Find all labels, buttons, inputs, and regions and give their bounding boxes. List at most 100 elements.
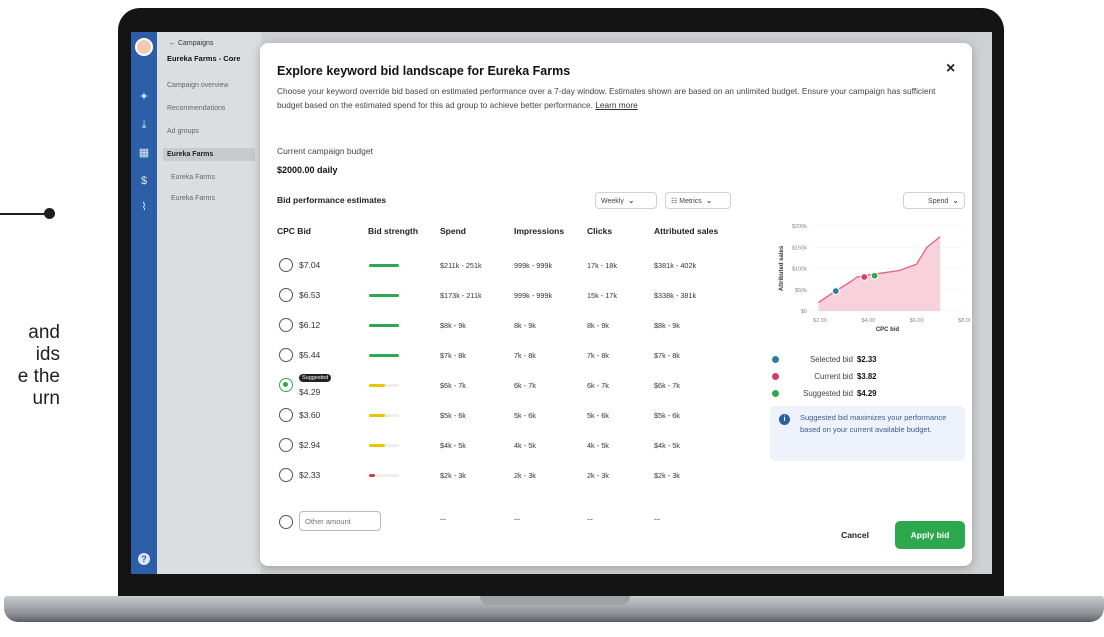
- sidebar-item-overview[interactable]: Campaign overview: [167, 82, 228, 89]
- clicks-cell: 17k - 18k: [587, 261, 618, 270]
- clicks-cell: 6k - 7k: [587, 381, 609, 390]
- suggestion-info-box: i Suggested bid maximizes your performan…: [770, 406, 965, 461]
- suggested-badge: Suggested: [299, 374, 332, 382]
- cpc-bid-value: $5.44: [299, 350, 321, 360]
- sales-cell: $8k - 9k: [654, 321, 680, 330]
- col-impressions: Impressions: [514, 226, 565, 236]
- y-tick-label: $200k: [792, 224, 807, 230]
- sidebar-item-ad-group[interactable]: Eureka Farms: [171, 174, 215, 181]
- impressions-cell: 5k - 6k: [514, 411, 536, 420]
- col-bid-strength: Bid strength: [368, 226, 419, 236]
- callout-line-1: and: [28, 322, 60, 343]
- metrics-value: Metrics: [679, 198, 702, 205]
- x-tick-label: $6.00: [910, 318, 924, 324]
- bid-radio[interactable]: [279, 378, 293, 392]
- col-attributed-sales: Attributed sales: [654, 226, 719, 236]
- download-icon[interactable]: ⤓: [137, 118, 151, 132]
- table-row: $2.94 $4k - 5k 4k - 5k 4k - 5k $4k - 5k: [277, 436, 737, 466]
- grid-icon[interactable]: ▦: [137, 146, 151, 160]
- back-to-campaigns-link[interactable]: ← Campaigns: [169, 40, 213, 47]
- bid-strength-bar: [369, 384, 385, 387]
- modal-title: Explore keyword bid landscape for Eureka…: [277, 64, 571, 78]
- bid-radio[interactable]: [279, 288, 293, 302]
- x-axis-label: CPC bid: [876, 327, 900, 333]
- table-row: $2.33 $2k - 3k 2k - 3k 2k - 3k $2k - 3k: [277, 466, 737, 496]
- info-icon: i: [779, 414, 790, 425]
- cpc-bid-value: $6.53: [299, 290, 321, 300]
- bid-radio[interactable]: [279, 408, 293, 422]
- laptop-screen: ✦ ⤓ ▦ $ ⌇ ? ← Campaigns Eureka Farms - C…: [131, 32, 992, 574]
- app-logo[interactable]: [135, 38, 153, 56]
- bid-radio[interactable]: [279, 515, 293, 529]
- cancel-button[interactable]: Cancel: [828, 522, 882, 548]
- table-row: $6.12 $8k - 9k 8k - 9k 8k - 9k $8k - 9k: [277, 316, 737, 346]
- chart-metric-dropdown[interactable]: Spend ⌄: [903, 192, 965, 209]
- callout-line-2: ids: [35, 344, 60, 365]
- impressions-cell: 7k - 8k: [514, 351, 536, 360]
- table-row: Suggested $4.29 $6k - 7k 6k - 7k 6k - 7k $6k …: [277, 374, 737, 406]
- col-clicks: Clicks: [587, 226, 613, 236]
- sidebar-item-recommendations[interactable]: Recommendations: [167, 105, 225, 112]
- campaign-name: Eureka Farms - Core: [167, 54, 241, 63]
- budget-value: $2000.00 daily: [277, 165, 338, 175]
- other-amount-input[interactable]: [299, 511, 381, 531]
- metrics-dropdown[interactable]: ☷ Metrics ⌄: [665, 192, 731, 209]
- bid-radio[interactable]: [279, 348, 293, 362]
- learn-more-link[interactable]: Learn more: [595, 100, 637, 110]
- bid-landscape-modal: Explore keyword bid landscape for Eureka…: [260, 43, 972, 566]
- legend-suggested-bid: Suggested bid $4.29: [772, 389, 877, 398]
- bid-radio[interactable]: [279, 258, 293, 272]
- sidebar-item-ad-group[interactable]: Eureka Farms: [171, 195, 215, 202]
- cpc-bid-value: $7.04: [299, 260, 321, 270]
- legend-label: Selected bid: [810, 355, 853, 364]
- chevron-down-icon: ⌄: [705, 196, 713, 205]
- legend-value: $2.33: [857, 355, 877, 364]
- bid-radio[interactable]: [279, 468, 293, 482]
- info-text: Suggested bid maximizes your performance…: [800, 413, 947, 434]
- bid-radio[interactable]: [279, 318, 293, 332]
- chevron-down-icon: ⌄: [627, 196, 635, 205]
- impressions-cell: 4k - 5k: [514, 441, 536, 450]
- legend-current-bid: Current bid $3.82: [772, 372, 877, 381]
- sparkle-icon[interactable]: ✦: [137, 90, 151, 104]
- chevron-down-icon: ⌄: [952, 196, 959, 205]
- chart-icon[interactable]: ⌇: [137, 200, 151, 214]
- apply-bid-button[interactable]: Apply bid: [895, 521, 965, 549]
- sidebar-item-ad-group-active[interactable]: Eureka Farms: [163, 148, 255, 161]
- spend-cell: $5k - 6k: [440, 411, 466, 420]
- clicks-cell: 8k - 9k: [587, 321, 609, 330]
- sales-cell: $7k - 8k: [654, 351, 680, 360]
- table-row: $5.44 $7k - 8k 7k - 8k 7k - 8k $7k - 8k: [277, 346, 737, 376]
- sidebar-item-ad-groups[interactable]: Ad groups: [167, 128, 199, 135]
- laptop-notch: [480, 596, 630, 605]
- clicks-cell: 4k - 5k: [587, 441, 609, 450]
- cpc-bid-value: $4.29: [299, 387, 321, 397]
- other-clicks: --: [587, 514, 593, 524]
- bid-strength-bar: [369, 444, 385, 447]
- current-bid-dot: [772, 373, 779, 381]
- bid-strength-bar: [369, 474, 375, 477]
- sales-cell: $5k - 6k: [654, 411, 680, 420]
- bid-landscape-chart: $200k $150k $100k $50k $0 $2.00 $4.00 $6.00 $8.0…: [779, 224, 970, 333]
- close-icon[interactable]: ×: [946, 60, 955, 78]
- table-row-other: -- -- -- --: [277, 511, 737, 543]
- nav-rail: ✦ ⤓ ▦ $ ⌇ ?: [131, 32, 157, 574]
- marketing-stage: and ids e the urn ✦ ⤓ ▦ $ ⌇ ? ← Campaign…: [0, 0, 1104, 637]
- sales-cell: $2k - 3k: [654, 471, 680, 480]
- bid-radio[interactable]: [279, 438, 293, 452]
- campaign-sidebar: ← Campaigns Eureka Farms - Core Campaign…: [157, 32, 261, 574]
- spend-cell: $8k - 9k: [440, 321, 466, 330]
- period-dropdown[interactable]: Weekly ⌄: [595, 192, 657, 209]
- impressions-cell: 6k - 7k: [514, 381, 536, 390]
- bid-marker: [831, 287, 840, 295]
- table-row: $6.53 $173k - 211k 999k - 999k 15k - 17k $33…: [277, 286, 737, 316]
- dollar-icon[interactable]: $: [137, 174, 151, 188]
- impressions-cell: 8k - 9k: [514, 321, 536, 330]
- bid-strength-bar: [369, 414, 385, 417]
- y-tick-label: $50k: [795, 288, 807, 294]
- clicks-cell: 15k - 17k: [587, 291, 618, 300]
- bid-marker: [870, 271, 879, 280]
- cpc-bid-value: $6.12: [299, 320, 321, 330]
- col-cpc-bid: CPC Bid: [277, 226, 311, 236]
- help-icon[interactable]: ?: [138, 553, 150, 565]
